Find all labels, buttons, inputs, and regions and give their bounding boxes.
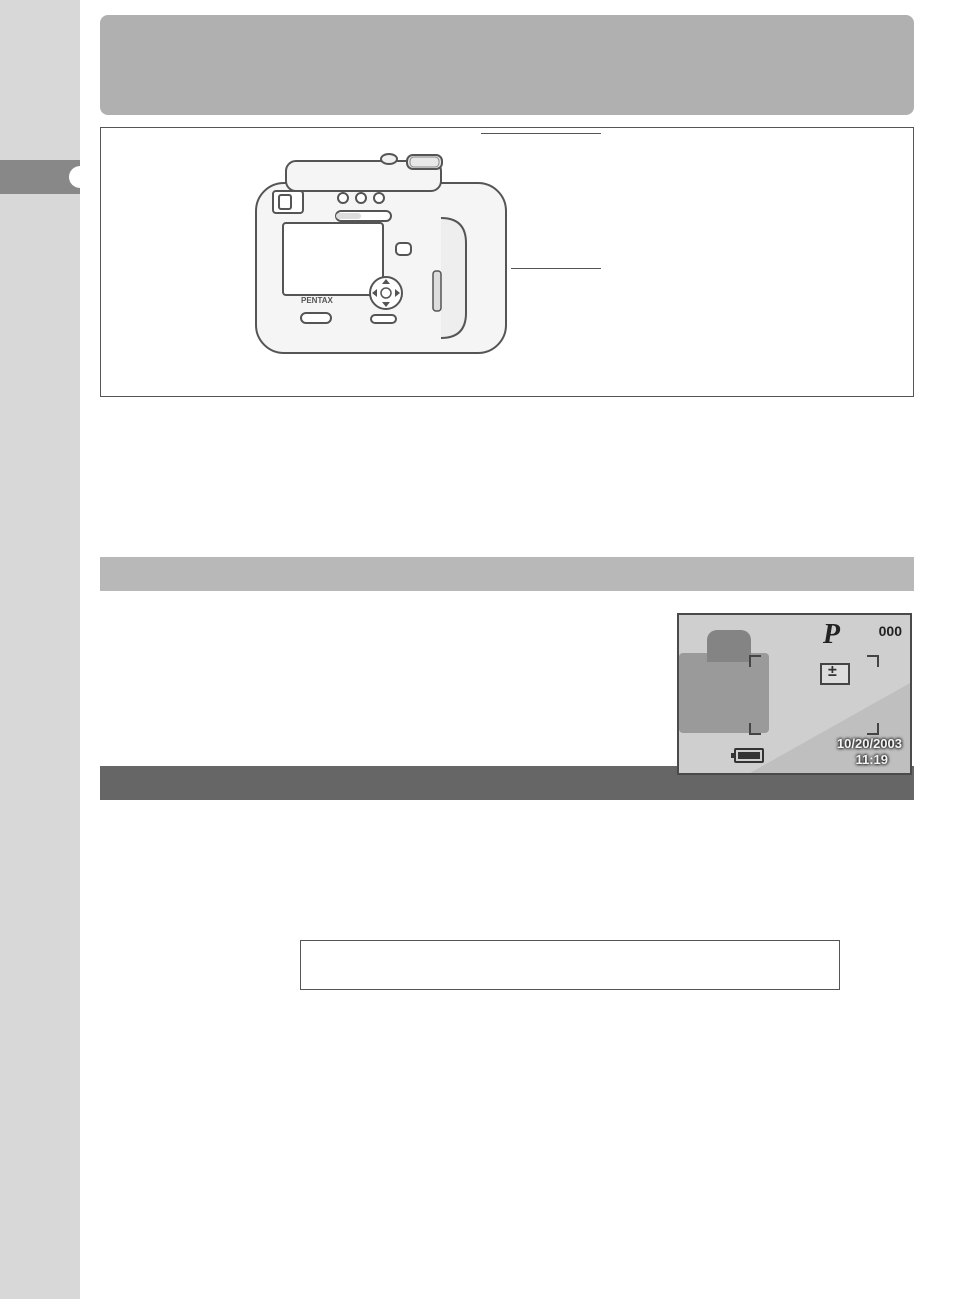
page-content: PENTAX P 000 [80,0,954,1299]
ev-compensation-icon [820,663,850,685]
lcd-preview: P 000 10/20/2003 11:19 [677,613,912,775]
chapter-tab [0,160,80,194]
lcd-date: 10/20/2003 [837,736,902,751]
light-heading-strip [100,557,914,591]
focus-corner-icon [867,723,879,735]
focus-frame [749,655,879,735]
lcd-time: 11:19 [855,752,888,767]
camera-illustration-box: PENTAX [100,127,914,397]
svg-text:PENTAX: PENTAX [301,296,334,305]
callout-line-mid [511,268,601,269]
camera-back-illustration: PENTAX [241,143,531,373]
remaining-count: 000 [879,623,902,639]
callout-line-top [481,133,601,134]
battery-icon [734,748,764,763]
focus-corner-icon [867,655,879,667]
mode-indicator: P [823,619,840,651]
inline-box [300,940,840,990]
page-title-banner [100,15,914,115]
focus-corner-icon [749,655,761,667]
sidebar-margin [0,0,80,1299]
focus-corner-icon [749,723,761,735]
